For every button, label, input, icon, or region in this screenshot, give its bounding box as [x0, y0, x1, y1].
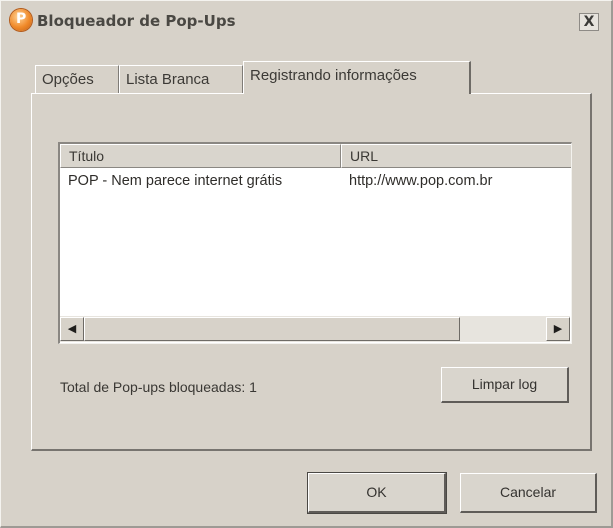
tab-registrando-informacoes[interactable]: Registrando informações [243, 61, 471, 94]
blocked-count-text: Total de Pop-ups bloqueadas: 1 [60, 379, 257, 395]
close-button[interactable]: X [579, 13, 599, 31]
tab-label: Lista Branca [126, 71, 210, 88]
dialog-window: Bloqueador de Pop-Ups X Opções Lista Bra… [0, 0, 613, 528]
popup-blocker-icon [10, 9, 32, 31]
column-header-title[interactable]: Título [60, 144, 341, 168]
scroll-left-button[interactable]: ◀ [60, 317, 84, 341]
scroll-thumb[interactable] [84, 317, 460, 341]
tab-label: Registrando informações [250, 67, 417, 84]
tab-panel-log: Título URL POP - Nem parece internet grá… [31, 93, 592, 451]
tab-lista-branca[interactable]: Lista Branca [119, 65, 243, 93]
title-bar[interactable]: Bloqueador de Pop-Ups X [3, 3, 608, 39]
clear-log-button[interactable]: Limpar log [441, 367, 569, 403]
log-list[interactable]: Título URL POP - Nem parece internet grá… [58, 142, 572, 344]
tab-label: Opções [42, 71, 94, 88]
window-title: Bloqueador de Pop-Ups [37, 12, 236, 30]
cancel-button[interactable]: Cancelar [460, 473, 597, 513]
row-title-cell: POP - Nem parece internet grátis [68, 173, 283, 189]
tab-opcoes[interactable]: Opções [35, 65, 119, 93]
ok-button[interactable]: OK [307, 472, 447, 514]
row-url-cell: http://www.pop.com.br [349, 173, 493, 189]
scroll-right-button[interactable]: ▶ [546, 317, 570, 341]
horizontal-scrollbar[interactable]: ◀ ▶ [60, 316, 570, 342]
column-header-url[interactable]: URL [341, 144, 571, 168]
